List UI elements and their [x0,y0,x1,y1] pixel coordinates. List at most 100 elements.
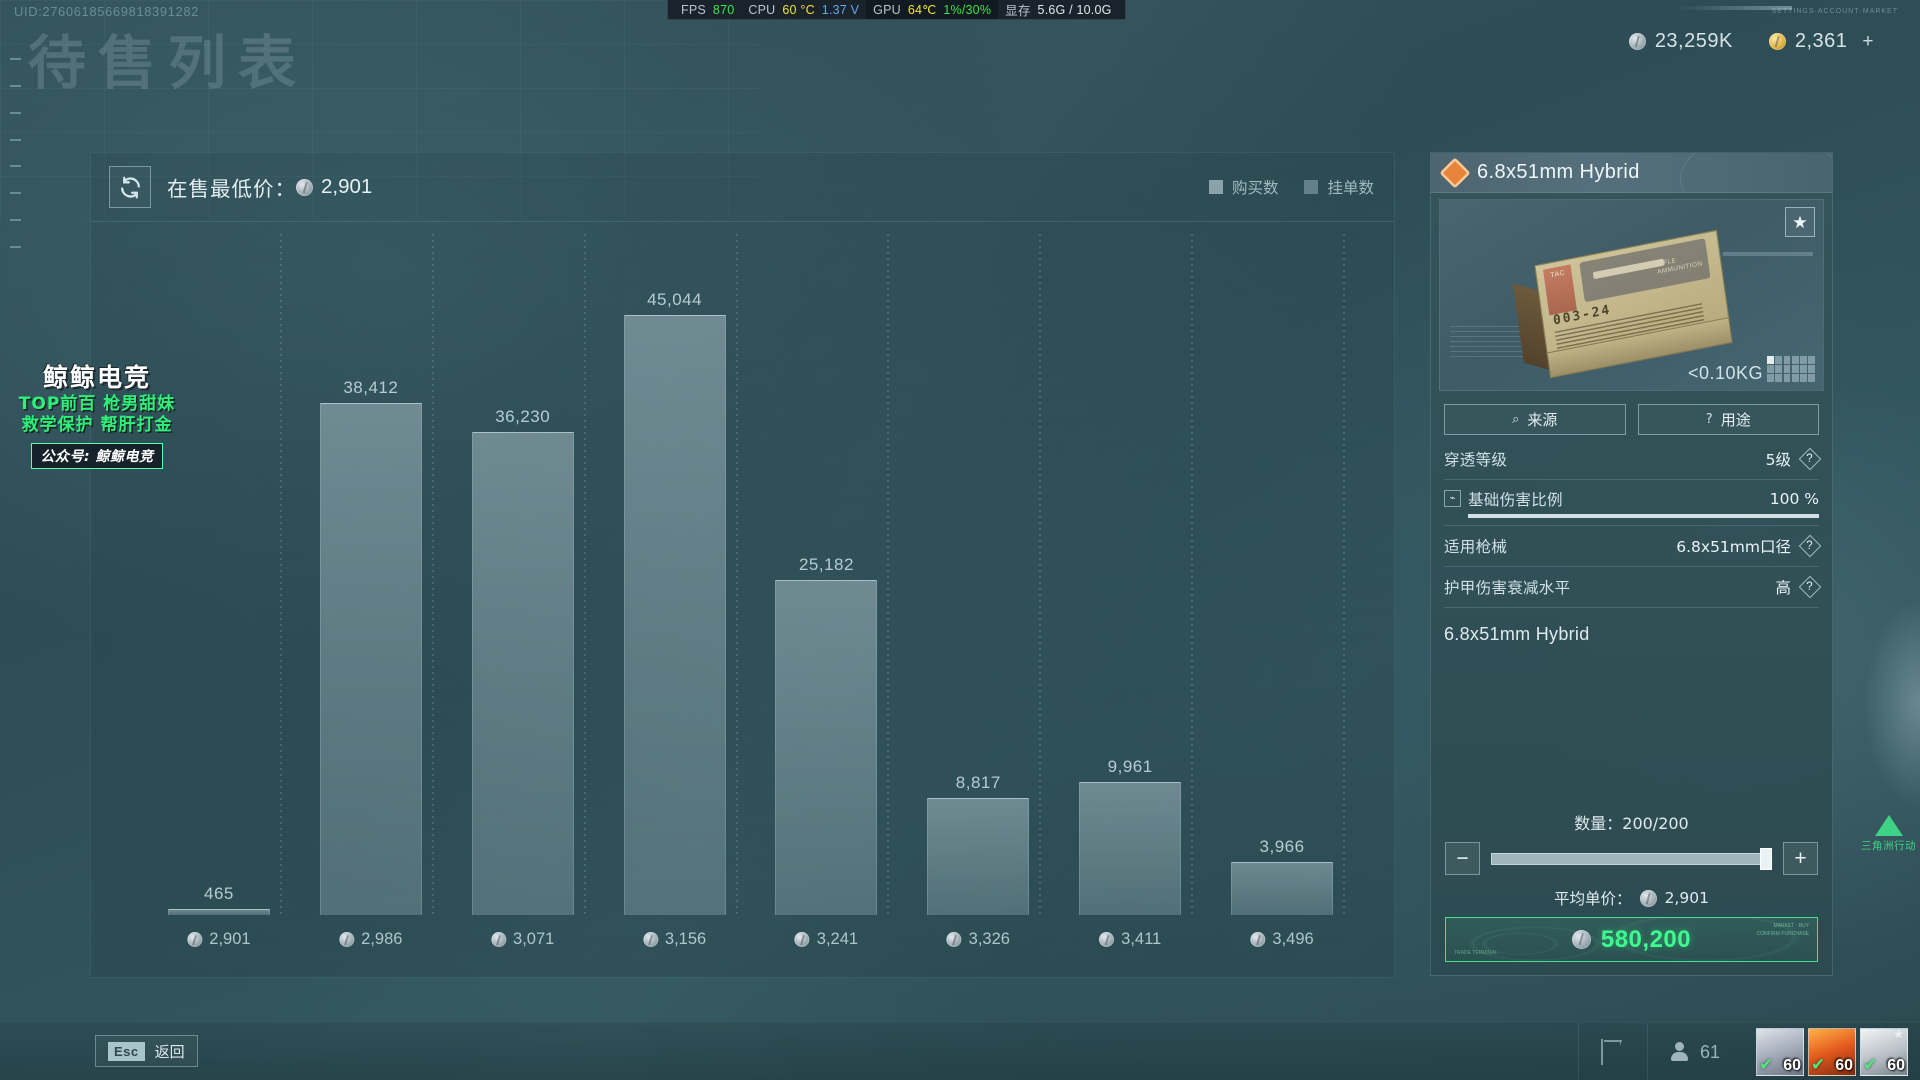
squad-avatars: ✔ 60 ✔ 60 ★ ✔ 60 [1742,1028,1908,1076]
bar[interactable] [471,432,574,915]
item-size-grid-icon [1767,356,1815,382]
grid-guide-line [1343,234,1345,915]
currency-silver[interactable]: 23,259K [1628,30,1733,53]
stat-value-group: 5级 ? [1766,447,1821,471]
gold-add-button[interactable]: + [1862,31,1874,53]
lowest-price: 2,901 [296,175,372,199]
stat-key: 基础伤害比例 [1468,490,1563,509]
bar-column[interactable]: 45,044 3,156 [599,234,751,977]
stat-key-group: ⌁ 基础伤害比例 [1444,488,1563,510]
bottom-bar: Esc 返回 61 ✔ 60 ✔ 60 ★ ✔ 60 [0,1022,1920,1080]
refresh-icon [120,176,140,198]
watermark-line-1: TOP前百 枪男甜妹 [18,394,176,414]
refresh-button[interactable] [109,166,151,208]
friends-button[interactable]: 61 [1646,1023,1742,1080]
favorite-star-button[interactable]: ★ [1785,207,1815,237]
back-button[interactable]: Esc 返回 [95,1035,198,1067]
bar-value-label: 3,966 [1259,837,1305,856]
bar-wrapper: 25,182 [751,555,903,915]
legend-item-purchases[interactable]: 购买数 [1208,176,1278,198]
increase-quantity-button[interactable]: + [1783,842,1818,875]
bar-column[interactable]: 3,966 3,496 [1206,234,1358,977]
chart-legend: 购买数 挂单数 [1208,176,1374,198]
currency-gold[interactable]: 2,361 + [1768,30,1874,53]
friends-group: 61 [1670,1042,1720,1063]
silver-coin-icon [187,932,203,947]
bar[interactable] [319,403,422,915]
bar-column[interactable]: 8,817 3,326 [902,234,1054,977]
hw-vram: 显存 5.6G / 10.0G [998,0,1118,19]
game-side-logo: 三角洲行动 [1861,815,1916,853]
silver-coin-icon [642,932,658,947]
panel-spacer [1431,645,1832,810]
gold-amount: 2,361 [1794,30,1848,52]
base-damage-progress-fill [1468,513,1819,518]
item-header: 6.8x51mm Hybrid [1431,153,1832,193]
usage-button-label: 用途 [1720,411,1751,429]
help-icon[interactable]: ? [1798,575,1821,599]
quantity-slider[interactable] [1491,847,1772,870]
flag-button[interactable] [1577,1023,1647,1080]
buy-total-amount: 580,200 [1600,925,1692,953]
bar[interactable] [1079,782,1182,915]
x-axis-label: 3,241 [794,930,858,949]
silver-coin-icon [1099,932,1115,947]
silver-coin-icon [339,932,355,947]
bar[interactable] [623,315,726,915]
item-description-title: 6.8x51mm Hybrid [1444,624,1590,644]
legend-swatch-icon [1304,180,1319,194]
stat-value: 6.8x51mm口径 [1676,538,1791,556]
preview-meta-bar [1723,252,1813,256]
hw-cpu-temp: 60 °C [782,2,815,17]
avatar-level: 60 [1783,1057,1801,1074]
silver-coin-icon [1628,33,1646,50]
avatar[interactable]: ✔ 60 [1756,1028,1804,1076]
item-action-buttons: ⌕ 来源 ? 用途 [1431,391,1832,435]
help-icon[interactable]: ? [1798,447,1821,471]
stat-key: 护甲伤害衰减水平 [1444,579,1571,597]
back-button-label: 返回 [154,1042,185,1061]
item-detail-panel: 6.8x51mm Hybrid ★ TAC 003-24 <0.10KG [1430,152,1833,976]
slider-handle[interactable] [1760,847,1772,870]
bar-column[interactable]: 25,182 3,241 [751,234,903,977]
hw-cpu: CPU 60 °C 1.37 V [741,0,866,19]
bar[interactable] [167,909,270,915]
bar[interactable] [1231,862,1334,915]
item-weight: <0.10KG [1687,363,1763,383]
help-icon[interactable]: ? [1798,534,1821,558]
stat-value: 高 [1775,579,1791,597]
legend-item-listings[interactable]: 挂单数 [1304,176,1374,198]
hw-cpu-voltage: 1.37 V [821,2,860,17]
bar-value-label: 9,961 [1107,757,1153,776]
question-icon: ? [1705,412,1713,427]
decrease-quantity-button[interactable]: − [1445,842,1480,875]
source-button[interactable]: ⌕ 来源 [1444,404,1626,435]
page-title: 待售列表 [28,29,309,97]
buy-button[interactable]: MARKET · BUY CONFIRM PURCHASE TRADE TERMI… [1445,917,1818,962]
bar-value-label: 465 [204,884,234,903]
x-axis-label: 3,411 [1099,930,1161,949]
avatar[interactable]: ✔ 60 [1808,1028,1856,1076]
hw-gpu-label: GPU [873,2,901,17]
bar-wrapper: 3,966 [1206,837,1358,915]
hw-cpu-label: CPU [748,2,776,17]
x-axis-label: 3,071 [491,930,554,949]
bar-column[interactable]: 38,412 2,986 [295,234,447,977]
bar[interactable] [775,580,878,915]
hw-fps-value: 870 [712,2,735,17]
stat-row-penetration: 穿透等级 5级 ? [1444,439,1821,480]
bar-column[interactable]: 36,230 3,071 [447,234,599,977]
quantity-controls: − + [1431,842,1832,875]
silver-coin-icon [491,932,507,947]
player-uid: UID:27606185669818391282 [14,4,199,19]
bar-column[interactable]: 9,961 3,411 [1054,234,1206,977]
item-title: 6.8x51mm Hybrid [1477,161,1640,183]
bar[interactable] [927,798,1030,915]
ammo-box-image: TAC 003-24 [1512,229,1733,379]
avatar[interactable]: ★ ✔ 60 [1860,1028,1908,1076]
bar-column[interactable]: 465 2,901 [143,234,295,977]
stat-top: ⌁ 基础伤害比例 100 % [1444,488,1819,510]
people-icon [1670,1042,1690,1062]
usage-button[interactable]: ? 用途 [1637,404,1819,435]
stat-key: 穿透等级 [1444,451,1508,469]
